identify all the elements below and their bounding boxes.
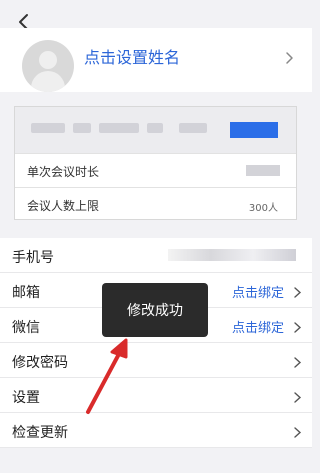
list-item-change-password[interactable]: 修改密码	[0, 343, 312, 378]
chevron-right-icon	[293, 319, 302, 338]
list-item-check-update[interactable]: 检查更新	[0, 413, 312, 448]
phone-label: 手机号	[12, 250, 54, 266]
chevron-right-icon	[293, 424, 302, 443]
participant-limit-value: 300人	[248, 203, 278, 214]
profile-header[interactable]: 点击设置姓名	[0, 28, 312, 92]
settings-label: 设置	[12, 390, 40, 406]
chevron-right-icon	[286, 52, 293, 64]
chevron-right-icon	[293, 354, 302, 373]
wechat-label: 微信	[12, 320, 40, 336]
list-item-settings[interactable]: 设置	[0, 378, 312, 413]
participant-limit-row: 会议人数上限 300人	[15, 187, 296, 221]
avatar	[22, 40, 74, 92]
meeting-duration-row: 单次会议时长	[15, 153, 296, 187]
participant-limit-label: 会议人数上限	[27, 199, 100, 213]
success-toast: 修改成功	[102, 283, 208, 337]
chevron-right-icon	[293, 284, 302, 303]
check-update-label: 检查更新	[12, 425, 68, 441]
meeting-duration-value	[246, 165, 280, 176]
meeting-info-card: 单次会议时长 会议人数上限 300人	[14, 106, 297, 220]
list-item-phone[interactable]: 手机号	[0, 238, 312, 273]
meeting-duration-label: 单次会议时长	[27, 165, 100, 179]
bind-email-link[interactable]: 点击绑定	[232, 282, 284, 301]
chevron-right-icon	[293, 389, 302, 408]
bind-wechat-link[interactable]: 点击绑定	[232, 317, 284, 336]
change-password-label: 修改密码	[12, 355, 68, 371]
blurred-upgrade-button	[230, 122, 278, 138]
blurred-plan-row	[15, 107, 296, 153]
email-label: 邮箱	[12, 285, 40, 301]
phone-value	[168, 249, 296, 261]
set-name-link[interactable]: 点击设置姓名	[84, 44, 180, 68]
settings-list: 手机号 邮箱 点击绑定 微信 点击绑定 修改密码 设置 检查更新	[0, 238, 312, 448]
